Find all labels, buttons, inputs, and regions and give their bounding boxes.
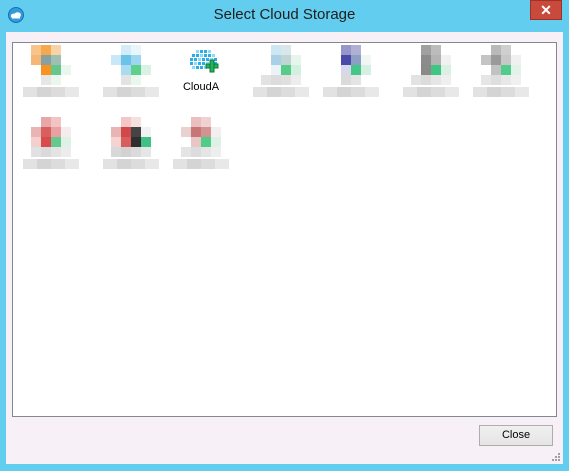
blurred-storage-icon (31, 117, 71, 157)
blurred-storage-icon (481, 45, 521, 85)
storage-item[interactable]: CloudA (169, 43, 233, 113)
storage-item[interactable] (469, 43, 533, 113)
title-bar[interactable]: Select Cloud Storage ✕ (0, 0, 569, 32)
storage-item-label: CloudA (182, 81, 220, 93)
window-close-button[interactable]: ✕ (530, 0, 562, 20)
blurred-storage-icon (261, 45, 301, 85)
blurred-storage-icon (331, 45, 371, 85)
resize-grip-icon[interactable] (551, 452, 561, 462)
blurred-storage-icon (111, 117, 151, 157)
blurred-storage-label (103, 159, 159, 169)
blurred-storage-icon (181, 117, 221, 157)
blurred-storage-icon (411, 45, 451, 85)
storage-item[interactable] (319, 43, 383, 113)
clouda-icon (190, 50, 219, 73)
blurred-storage-label (253, 87, 309, 97)
blurred-storage-label (403, 87, 459, 97)
blurred-storage-icon (111, 45, 151, 85)
storage-item[interactable] (19, 43, 83, 113)
storage-item[interactable] (399, 43, 463, 113)
cloud-storage-list[interactable]: CloudA (12, 42, 557, 417)
window-title: Select Cloud Storage (213, 6, 356, 23)
storage-item[interactable] (99, 115, 163, 185)
dialog-window: Select Cloud Storage ✕ CloudA Close (0, 0, 569, 471)
storage-item[interactable] (19, 115, 83, 185)
blurred-storage-label (473, 87, 529, 97)
blurred-storage-label (23, 87, 79, 97)
blurred-storage-label (323, 87, 379, 97)
storage-item[interactable] (249, 43, 313, 113)
blurred-storage-label (103, 87, 159, 97)
close-button[interactable]: Close (479, 425, 553, 446)
dialog-client-area: CloudA Close (6, 32, 563, 464)
blurred-storage-label (23, 159, 79, 169)
storage-item[interactable] (99, 43, 163, 113)
blurred-storage-icon (31, 45, 71, 85)
blurred-storage-label (173, 159, 229, 169)
close-icon: ✕ (540, 2, 552, 18)
storage-item[interactable] (169, 115, 233, 185)
